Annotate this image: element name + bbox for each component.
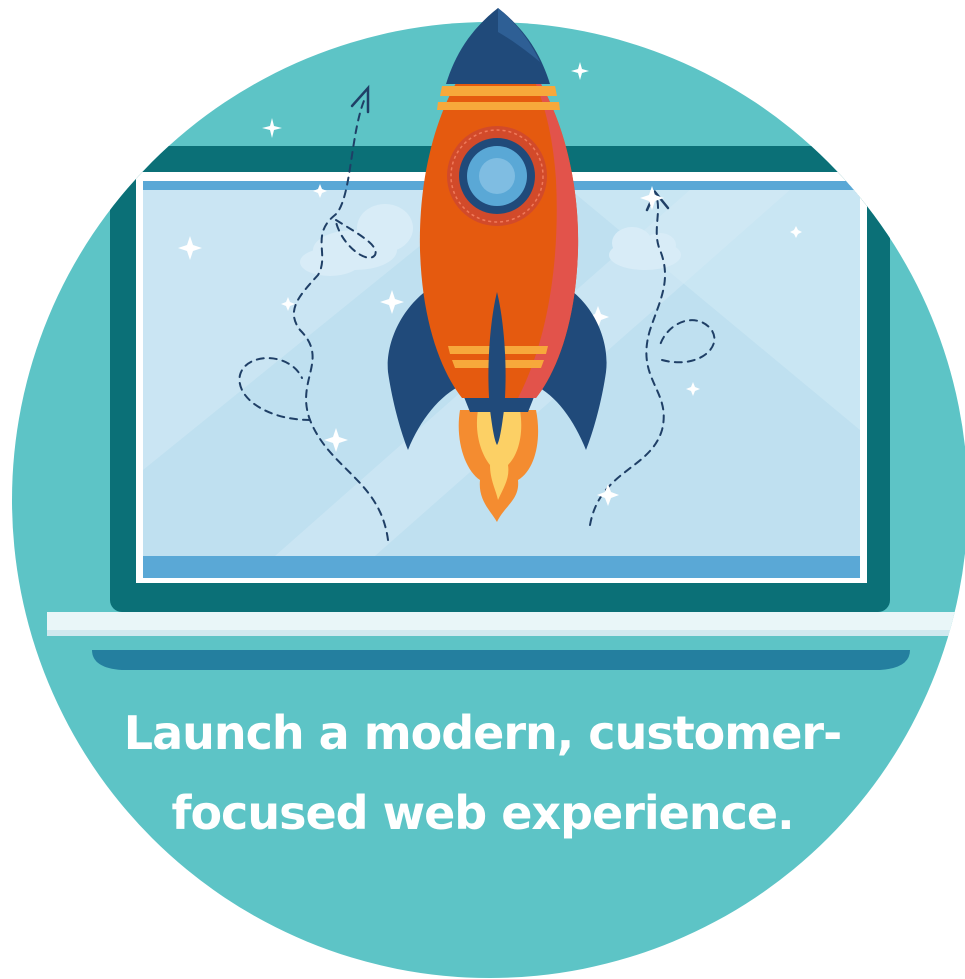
laptop-shadow <box>92 650 910 670</box>
caption-line-2: focused web experience. <box>171 786 794 840</box>
caption-line-1: Launch a modern, customer- <box>123 706 842 760</box>
screen-bottom-bar <box>143 556 860 578</box>
illustration: Launch a modern, customer- focused web e… <box>0 0 965 979</box>
